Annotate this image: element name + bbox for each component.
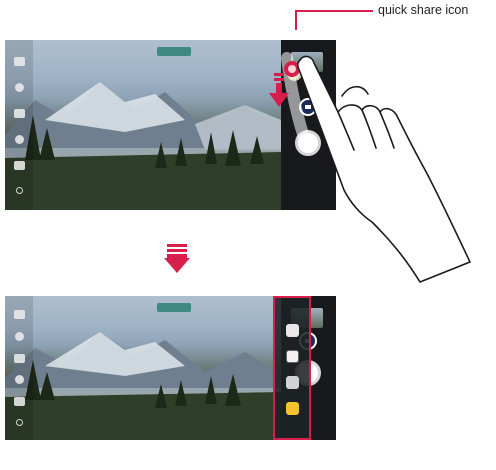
timer-icon[interactable] xyxy=(13,353,25,363)
email-app-icon[interactable] xyxy=(285,376,299,389)
step-down-arrow-icon xyxy=(164,244,190,273)
hand-icon xyxy=(296,55,471,283)
settings-icon[interactable] xyxy=(13,310,25,320)
cinema-icon[interactable] xyxy=(13,396,25,406)
mountain-landscape xyxy=(5,332,281,440)
messaging-app-icon[interactable] xyxy=(285,324,299,337)
note-app-icon[interactable] xyxy=(285,350,299,363)
quick-share-app-bar xyxy=(273,296,311,440)
hand-gesture-illustration xyxy=(269,52,471,283)
hdr-icon[interactable] xyxy=(14,375,24,385)
gallery-app-icon[interactable] xyxy=(285,402,299,415)
viewfinder-image xyxy=(5,296,281,440)
flash-icon[interactable] xyxy=(14,331,24,341)
switch-camera-icon[interactable] xyxy=(15,418,23,426)
mode-badge[interactable] xyxy=(157,303,191,312)
left-control-bar xyxy=(5,296,33,440)
